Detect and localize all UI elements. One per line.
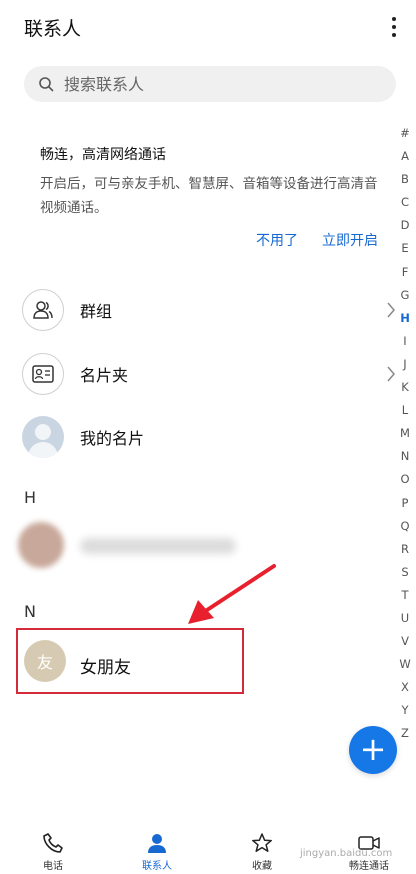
index-letter[interactable]: D (394, 214, 416, 237)
promo-description: 开启后，可与亲友手机、智慧屏、音箱等设备进行高清音视频通话。 (40, 176, 378, 216)
index-letter[interactable]: B (394, 168, 416, 191)
add-contact-button[interactable]: + (349, 726, 397, 774)
index-letter[interactable]: C (394, 191, 416, 214)
index-letter[interactable]: S (394, 561, 416, 584)
my-card-row[interactable]: 我的名片 (22, 413, 396, 461)
index-letter[interactable]: X (394, 676, 416, 699)
annotation-arrow (188, 564, 276, 624)
index-letter[interactable]: E (394, 237, 416, 260)
search-bar[interactable] (24, 66, 396, 102)
index-letter[interactable]: I (394, 330, 416, 353)
promo-title: 畅连，高清网络通话 (40, 147, 166, 163)
card-holder-icon (22, 353, 64, 395)
index-letter[interactable]: P (394, 492, 416, 515)
index-letter[interactable]: Q (394, 515, 416, 538)
more-vertical-icon[interactable] (390, 14, 398, 40)
avatar[interactable] (18, 522, 64, 568)
index-letter[interactable]: # (394, 122, 416, 145)
tab-favorites[interactable]: 收藏 (227, 832, 297, 872)
index-letter[interactable]: F (394, 261, 416, 284)
index-letter[interactable]: G (394, 284, 416, 307)
contacts-icon (148, 834, 166, 853)
index-letter[interactable]: W (394, 653, 416, 676)
tab-phone-label: 电话 (43, 861, 63, 872)
app-header: 联系人 (0, 0, 416, 56)
groups-row[interactable]: 群组 (22, 286, 396, 334)
alphabet-index[interactable]: # A B C D E F G H I J K L M N O P Q R S T U V W X Y Z (394, 122, 416, 746)
enable-now-button[interactable]: 立即开启 (322, 230, 378, 250)
highlight-box (16, 628, 244, 694)
index-letter[interactable]: R (394, 538, 416, 561)
search-icon (39, 77, 54, 92)
phone-icon (43, 833, 63, 853)
group-icon (22, 289, 64, 331)
watermark: jingyan.baidu.com (300, 848, 393, 859)
index-letter[interactable]: H (394, 307, 416, 330)
tab-contacts[interactable]: 联系人 (122, 832, 192, 872)
decline-button[interactable]: 不用了 (256, 230, 298, 250)
card-holder-row[interactable]: 名片夹 (22, 350, 396, 398)
index-letter[interactable]: T (394, 584, 416, 607)
index-letter[interactable]: V (394, 630, 416, 653)
index-letter[interactable]: Z (394, 722, 416, 745)
card-holder-label: 名片夹 (80, 366, 129, 385)
index-letter[interactable]: J (394, 353, 416, 376)
index-letter[interactable]: O (394, 468, 416, 491)
avatar-placeholder-icon (22, 416, 64, 458)
index-letter[interactable]: M (394, 422, 416, 445)
tab-video-call-label: 畅连通话 (349, 861, 389, 872)
tab-phone[interactable]: 电话 (18, 832, 88, 872)
groups-label: 群组 (80, 302, 113, 321)
index-letter[interactable]: K (394, 376, 416, 399)
search-input[interactable] (62, 73, 366, 95)
index-letter[interactable]: A (394, 145, 416, 168)
section-header-n: N (24, 602, 36, 621)
star-icon (252, 833, 272, 852)
index-letter[interactable]: U (394, 607, 416, 630)
my-card-label: 我的名片 (80, 429, 145, 448)
page-title: 联系人 (24, 18, 82, 40)
tab-contacts-label: 联系人 (142, 861, 172, 872)
blurred-contact-name[interactable] (80, 538, 236, 554)
section-header-h: H (24, 488, 37, 507)
index-letter[interactable]: Y (394, 699, 416, 722)
index-letter[interactable]: N (394, 445, 416, 468)
index-letter[interactable]: L (394, 399, 416, 422)
tab-favorites-label: 收藏 (252, 861, 272, 872)
network-call-promo: 畅连，高清网络通话 开启后，可与亲友手机、智慧屏、音箱等设备进行高清音视频通话。… (40, 144, 380, 249)
